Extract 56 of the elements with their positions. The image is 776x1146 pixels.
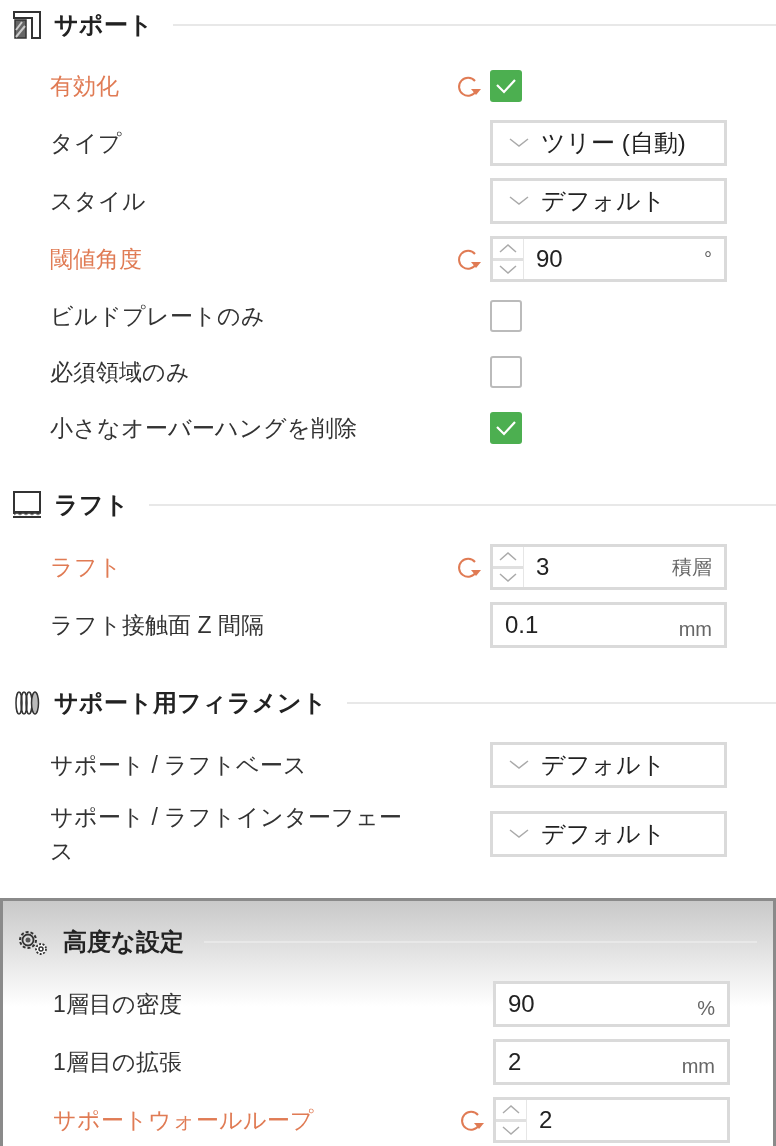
checkbox[interactable]	[490, 300, 522, 332]
support-icon	[12, 10, 42, 40]
dropdown[interactable]: デフォルト	[490, 811, 727, 857]
unit-label: mm	[681, 1054, 715, 1079]
dropdown-value: デフォルト	[541, 819, 666, 849]
field-value: 2	[539, 1105, 553, 1135]
section-title: サポート	[54, 10, 153, 40]
field-value: 0.1	[505, 610, 539, 640]
setting-label: スタイル	[50, 187, 147, 216]
checkmark-icon	[495, 420, 517, 436]
dropdown-value: ツリー (自動)	[541, 128, 686, 158]
setting-label: サポート / ラフトベース	[50, 751, 309, 780]
checkbox[interactable]	[490, 412, 522, 444]
spin-field[interactable]: 2	[493, 1097, 730, 1143]
dropdown[interactable]: ツリー (自動)	[490, 120, 727, 166]
chevron-down-icon	[509, 196, 529, 206]
setting-label: タイプ	[50, 129, 123, 158]
checkbox[interactable]	[490, 356, 522, 388]
setting-label: ビルドプレートのみ	[50, 302, 266, 331]
field-value: 3	[536, 552, 550, 582]
unit-label: 積層	[672, 555, 712, 580]
setting-label: 1層目の密度	[53, 990, 183, 1019]
dropdown-value: デフォルト	[541, 750, 666, 780]
setting-label: ラフト接触面 Z 間隔	[50, 611, 265, 640]
setting-label: 小さなオーバーハングを削除	[50, 414, 358, 443]
setting-label: 必須領域のみ	[50, 358, 191, 387]
field-value: 90	[508, 989, 535, 1019]
setting-label: 閾値角度	[50, 245, 143, 274]
checkbox[interactable]	[490, 70, 522, 102]
section-title: 高度な設定	[63, 927, 184, 957]
chevron-down-icon	[509, 138, 529, 148]
spin-field[interactable]: 90 °	[490, 236, 727, 282]
dropdown[interactable]: デフォルト	[490, 178, 727, 224]
number-field[interactable]: 0.1 mm	[490, 602, 727, 648]
unit-label: mm	[678, 617, 712, 642]
section-title: ラフト	[54, 490, 129, 520]
setting-label: サポート / ラフトインターフェース	[50, 803, 404, 866]
unit-label: °	[704, 247, 712, 272]
section-title: サポート用フィラメント	[54, 688, 327, 718]
setting-label: ラフト	[50, 553, 123, 582]
raft-icon	[12, 490, 42, 520]
setting-label: 1層目の拡張	[53, 1048, 183, 1077]
setting-label: サポートウォールループ	[53, 1106, 315, 1135]
number-field[interactable]: 90 %	[493, 981, 730, 1027]
unit-label: %	[697, 996, 715, 1021]
spin-field[interactable]: 3 積層	[490, 544, 727, 590]
chevron-down-icon	[509, 829, 529, 839]
setting-label: 有効化	[50, 72, 120, 101]
field-value: 90	[536, 244, 563, 274]
filament-spool-icon	[12, 688, 42, 718]
dropdown[interactable]: デフォルト	[490, 742, 727, 788]
number-field[interactable]: 2 mm	[493, 1039, 730, 1085]
chevron-down-icon	[509, 760, 529, 770]
dropdown-value: デフォルト	[541, 186, 666, 216]
field-value: 2	[508, 1047, 522, 1077]
checkmark-icon	[495, 78, 517, 94]
